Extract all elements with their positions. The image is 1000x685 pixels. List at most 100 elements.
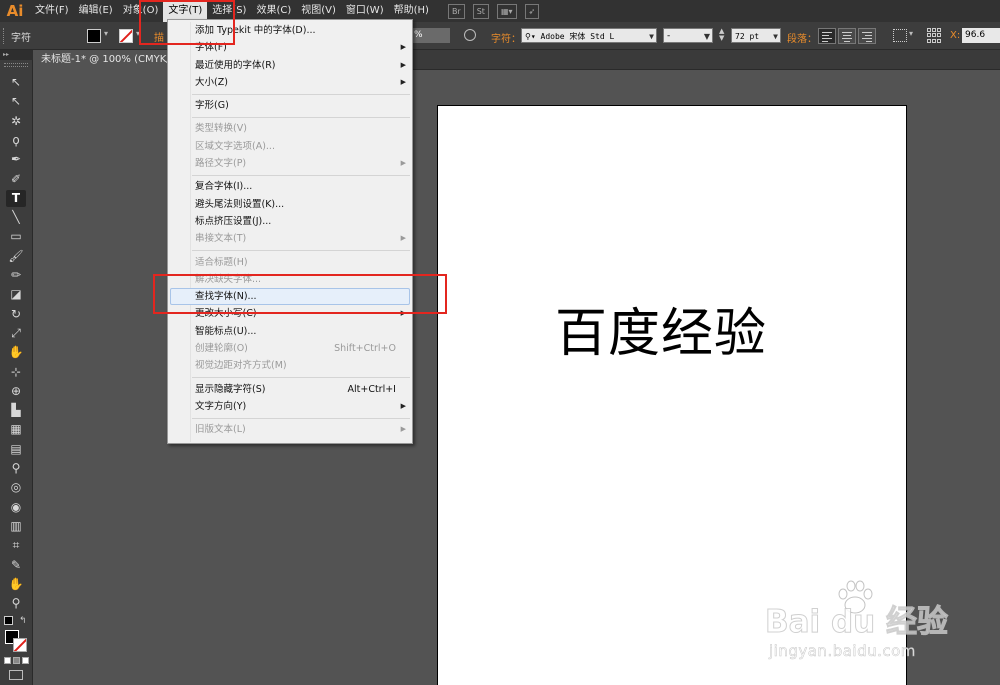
symbol-sprayer-tool-icon[interactable]: ◉ xyxy=(6,499,26,516)
menu-0[interactable]: 文件(F) xyxy=(30,0,74,22)
default-colors-icon[interactable] xyxy=(4,616,13,625)
menu-item-label: 路径文字(P) xyxy=(195,158,247,170)
paragraph-panel-link[interactable]: 段落： xyxy=(787,30,817,45)
menu-item-3-0[interactable]: 复合字体(I)... xyxy=(168,178,412,195)
warp-tool-icon[interactable]: ✋ xyxy=(6,344,26,361)
line-tool-icon[interactable]: ╲ xyxy=(6,209,26,226)
chevron-down-icon[interactable]: ▼ xyxy=(773,29,778,44)
align-left-button[interactable] xyxy=(818,28,836,44)
bridge-icon[interactable]: Br xyxy=(447,3,465,19)
pencil-tool-icon[interactable]: ✏ xyxy=(6,267,26,284)
gradient-mode-icon[interactable] xyxy=(13,657,20,664)
column-graph-tool-icon[interactable]: ▥ xyxy=(6,518,26,535)
menu-item-4-0[interactable]: 适合标题(H) xyxy=(168,254,412,271)
menu-item-3-3[interactable]: 串接文本(T) ▶ xyxy=(168,230,412,247)
menu-item-5-0[interactable]: 显示隐藏字符(S) Alt+Ctrl+I xyxy=(168,381,412,398)
sync-icon[interactable]: ➶ xyxy=(524,3,540,19)
font-size-field[interactable]: 72 pt ▼ xyxy=(731,28,781,43)
magic-wand-tool-icon[interactable]: ✲ xyxy=(6,113,26,130)
stock-icon[interactable]: St xyxy=(472,3,489,19)
free-transform-tool-icon[interactable]: ⊹ xyxy=(6,364,26,381)
align-center-button[interactable] xyxy=(838,28,856,44)
stroke-color-box[interactable] xyxy=(13,638,27,652)
paintbrush-tool-icon[interactable]: 🖌 xyxy=(6,248,26,265)
menu-item-0-2[interactable]: 最近使用的字体(R) ▶ xyxy=(168,57,412,74)
menu-item-4-6[interactable]: 视觉边距对齐方式(M) xyxy=(168,357,412,374)
type-menu-items: 添加 Typekit 中的字体(D)... 字体(F) ▶ 最近使用的字体(R) ▶ 大小… xyxy=(168,22,412,439)
recolor-artwork-icon[interactable] xyxy=(464,29,476,41)
font-family-select[interactable]: ⚲▾ Adobe 宋体 Std L ▼ xyxy=(521,28,657,43)
stroke-color-swatch[interactable] xyxy=(119,29,133,43)
rotate-tool-icon[interactable]: ↻ xyxy=(6,306,26,323)
align-grid-icon[interactable] xyxy=(893,29,907,42)
fill-color-swatch[interactable] xyxy=(87,29,101,43)
x-position-field[interactable]: 96.6 xyxy=(962,28,1000,43)
toolbox-collapse-icon[interactable]: ▸▸ xyxy=(0,50,33,60)
blend-tool-icon[interactable]: ◎ xyxy=(6,479,26,496)
submenu-arrow-icon: ▶ xyxy=(400,234,406,243)
fill-dropdown-icon[interactable]: ▾ xyxy=(104,29,108,38)
menu-item-label: 视觉边距对齐方式(M) xyxy=(195,360,287,372)
eraser-tool-icon[interactable]: ◪ xyxy=(6,286,26,303)
menu-item-4-5[interactable]: 创建轮廓(O) Shift+Ctrl+O xyxy=(168,340,412,357)
slice-tool-icon[interactable]: ✎ xyxy=(6,557,26,574)
align-right-button[interactable] xyxy=(858,28,876,44)
scale-tool-icon[interactable]: ⤢ xyxy=(6,325,26,342)
font-style-select[interactable]: - ▼ xyxy=(663,28,713,43)
gradient-tool-icon[interactable]: ▤ xyxy=(6,441,26,458)
chevron-down-icon[interactable]: ▼ xyxy=(649,29,654,44)
menu-item-3-1[interactable]: 避头尾法则设置(K)... xyxy=(168,196,412,213)
artboard-tool-icon[interactable]: ⌗ xyxy=(6,537,26,554)
menu-item-label: 标点挤压设置(J)... xyxy=(195,215,272,227)
hand-tool-icon[interactable]: ✋ xyxy=(6,576,26,593)
screen-mode-icon[interactable] xyxy=(9,670,23,680)
menu-separator xyxy=(192,174,410,176)
menu-item-label: 最近使用的字体(R) xyxy=(195,59,276,71)
menu-item-4-4[interactable]: 智能标点(U)... xyxy=(168,323,412,340)
swap-colors-icon[interactable]: ↰ xyxy=(19,616,27,626)
menu-item-3-2[interactable]: 标点挤压设置(J)... xyxy=(168,213,412,230)
menu-item-label: 字形(G) xyxy=(195,100,229,112)
character-panel-link[interactable]: 字符： xyxy=(491,30,521,45)
zoom-tool-icon[interactable]: ⚲ xyxy=(6,595,26,612)
type-menu-dropdown: 添加 Typekit 中的字体(D)... 字体(F) ▶ 最近使用的字体(R) ▶ 大小… xyxy=(167,19,413,444)
document-tab[interactable]: 未标题-1* @ 100% (CMYK/ xyxy=(33,50,167,70)
menu-item-5-1[interactable]: 文字方向(Y) ▶ xyxy=(168,398,412,415)
selection-tool-icon[interactable]: ↖ xyxy=(6,74,26,91)
pen-tool-icon[interactable]: ✒ xyxy=(6,151,26,168)
menu-item-label: 显示隐藏字符(S) xyxy=(195,383,266,395)
eyedropper-tool-icon[interactable]: ⚲ xyxy=(6,460,26,477)
menu-item-label: 适合标题(H) xyxy=(195,256,248,268)
mesh-tool-icon[interactable]: ▦ xyxy=(6,421,26,438)
opacity-field[interactable]: % xyxy=(412,28,450,43)
none-mode-icon[interactable] xyxy=(22,657,29,664)
toolbox-grip[interactable] xyxy=(4,63,28,67)
arrange-documents-icon[interactable]: ▦▾ xyxy=(496,3,517,19)
font-family-value: Adobe 宋体 Std L xyxy=(540,32,615,41)
menu-item-2-0[interactable]: 类型转换(V) xyxy=(168,120,412,137)
menu-item-0-3[interactable]: 大小(Z) ▶ xyxy=(168,74,412,91)
menu-item-1-0[interactable]: 字形(G) xyxy=(168,97,412,114)
menu-separator xyxy=(192,377,410,379)
type-tool-icon[interactable]: T xyxy=(6,189,26,207)
rectangle-tool-icon[interactable]: ▭ xyxy=(6,228,26,245)
menu-item-6-0[interactable]: 旧版文本(L) ▶ xyxy=(168,421,412,438)
annotation-box-type-menu xyxy=(139,0,235,45)
lasso-tool-icon[interactable]: ϙ xyxy=(6,132,26,149)
menu-item-label: 避头尾法则设置(K)... xyxy=(195,198,285,210)
chevron-down-icon[interactable]: ▾ xyxy=(909,29,913,38)
control-bar-grip[interactable] xyxy=(3,28,6,44)
menu-item-label: 类型转换(V) xyxy=(195,123,247,135)
direct-selection-tool-icon[interactable]: ↖ xyxy=(6,93,26,110)
color-mode-icon[interactable] xyxy=(4,657,11,664)
perspective-grid-tool-icon[interactable]: ▙ xyxy=(6,402,26,419)
reference-point-icon[interactable] xyxy=(927,28,942,43)
curvature-tool-icon[interactable]: ✐ xyxy=(6,171,26,188)
artboard-text[interactable]: 百度经验 xyxy=(555,291,767,366)
menu-item-2-1[interactable]: 区域文字选项(A)... xyxy=(168,138,412,155)
shape-builder-tool-icon[interactable]: ⊕ xyxy=(6,383,26,400)
menu-item-2-2[interactable]: 路径文字(P) ▶ xyxy=(168,155,412,172)
chevron-down-icon[interactable]: ▼ xyxy=(704,29,710,44)
font-size-stepper[interactable]: ▲ ▼ xyxy=(719,28,729,43)
menu-1[interactable]: 编辑(E) xyxy=(74,0,118,22)
